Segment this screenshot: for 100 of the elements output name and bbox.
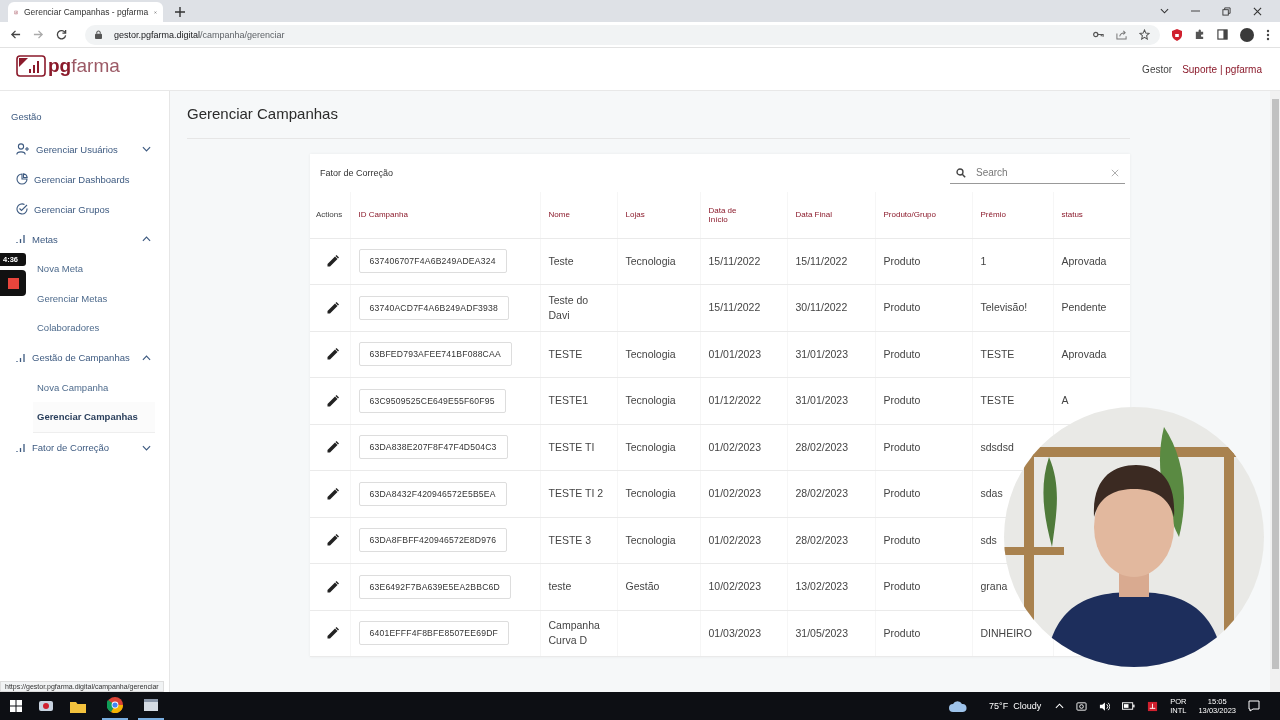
table-cell: 1 [980,254,987,267]
nav-subitem[interactable]: Gerenciar Metas [33,283,155,313]
nav-subitem[interactable]: Nova Campanha [33,372,155,402]
user-link[interactable]: Gestor [1142,63,1173,75]
pencil-icon [327,487,339,500]
table-cell: Produto [883,347,921,360]
nav-item[interactable]: Gerenciar Dashboards [0,164,169,194]
window-app-icon[interactable] [143,698,159,712]
table-cell: sdas [980,487,1003,500]
nav-item[interactable]: Gestão de Campanhas [0,342,169,373]
plus-icon[interactable] [175,7,185,17]
table-cell: 31/05/2023 [795,626,849,639]
address-bar[interactable]: gestor.pgfarma.digital/campanha/gerenciar [85,24,1160,45]
side-panel-icon[interactable] [1217,29,1228,40]
folder-icon[interactable] [70,699,86,713]
tab-title: Gerenciar Campanhas - pgfarma [24,7,149,17]
table-cell: TESTE TI 2 [548,487,604,500]
chevron-up-icon[interactable] [1055,703,1065,709]
share-icon[interactable] [1116,29,1127,40]
column-header: ID Campanha [350,192,540,238]
campaign-id: 637406707F4A6B249ADEA324 [358,249,507,274]
nav-subitem[interactable]: Nova Meta [33,254,155,284]
table-cell: Teste [548,254,574,267]
page-title: Gerenciar Campanhas [187,105,339,122]
back-icon[interactable] [10,29,21,40]
stop-button[interactable] [0,270,26,296]
pencil-icon [327,255,339,268]
nav-item[interactable]: Metas [0,224,169,254]
table-cell: TESTE [980,347,1015,360]
table-cell: Produto [883,580,921,593]
puzzle-icon[interactable] [1194,29,1205,40]
key-icon[interactable] [1093,31,1104,38]
table-cell: 01/02/2023 [708,533,762,546]
table-cell: Tecnologia [625,394,676,407]
table-cell: 15/11/2022 [708,254,761,267]
windows-icon[interactable] [10,700,22,712]
pencil-icon [327,394,339,407]
scrollbar-thumb[interactable] [1271,99,1279,669]
campaign-id: 63DA838E207F8F47F4D504C3 [358,435,508,460]
column-header: Actions [310,192,350,238]
avatar-icon[interactable] [1240,27,1254,42]
table-cell: 31/01/2023 [795,394,849,407]
table-cell: Tecnologia [625,440,676,453]
battery-icon[interactable] [1122,702,1136,710]
table-cell: TESTE [980,394,1015,407]
more-icon[interactable] [1266,28,1270,41]
pie-chart-icon [16,173,28,185]
section-label: Gestão [10,111,43,124]
table-cell: Tecnologia [625,254,676,267]
bar-chart-icon [16,442,26,453]
browser-icon[interactable] [107,697,123,713]
pencil-icon [327,348,339,361]
table-cell: Produto [883,440,921,453]
table-cell: Pendente [1061,301,1107,314]
search-field[interactable]: Search [974,166,1103,179]
column-header: Produto/Grupo [875,192,972,238]
column-header: Nome [540,192,617,238]
table-cell: Televisão! [980,301,1028,314]
support-link[interactable]: Suporte | pgfarma [1182,63,1262,75]
app-icon[interactable] [38,699,54,713]
restore-icon[interactable] [1222,6,1231,16]
pencil-icon [327,301,339,314]
star-icon[interactable] [1139,29,1150,40]
nav-subitem[interactable]: Colaboradores [33,313,155,343]
table-cell: Tecnologia [625,347,676,360]
column-header: status [1053,192,1130,238]
table-cell: Produto [883,487,921,500]
cloud-icon [949,700,968,712]
table-cell: Produto [883,626,921,639]
table-cell: 01/02/2023 [708,487,762,500]
reload-icon[interactable] [56,29,67,40]
url-text: gestor.pgfarma.digital/campanha/gerenciar [114,29,285,40]
pencil-icon [327,580,339,593]
check-circle-icon [16,203,28,215]
browser-tab[interactable]: Gerenciar Campanhas - pgfarma [8,2,163,22]
weather-text[interactable]: 75°F Cloudy [989,701,1042,711]
table-cell: DINHEIRO [980,626,1032,639]
logo-text: pgfarma [48,55,120,77]
table-cell: Tecnologia [625,487,676,500]
campaign-id: 6401EFFF4F8BFE8507EE69DF [358,621,509,646]
close-icon[interactable] [1253,6,1262,16]
card-title: Fator de Correção [320,168,394,178]
notification-icon[interactable] [1248,700,1260,712]
person-add-icon [16,143,30,155]
nav-item[interactable]: Gerenciar Usuários [0,134,169,164]
table-cell: Gestão [625,580,660,593]
search-icon [956,167,966,178]
logo-icon [16,55,46,77]
nav-item[interactable]: Fator de Correção [0,432,169,463]
chevron-down-icon[interactable] [1160,8,1169,14]
table-cell: TESTE [548,347,583,360]
volume-icon[interactable] [1099,700,1111,712]
table-cell: A [1061,394,1069,407]
shield-icon[interactable] [1172,28,1182,41]
campaign-id: 63DA8432F420946572E5B5EA [358,481,507,506]
nav-subitem[interactable]: Gerenciar Campanhas [33,402,155,433]
pencil-icon [327,534,339,547]
nav-item[interactable]: Gerenciar Grupos [0,194,169,224]
camera-icon[interactable] [1076,700,1088,712]
campaign-id: 63DA8FBFF420946572E8D976 [358,528,508,553]
